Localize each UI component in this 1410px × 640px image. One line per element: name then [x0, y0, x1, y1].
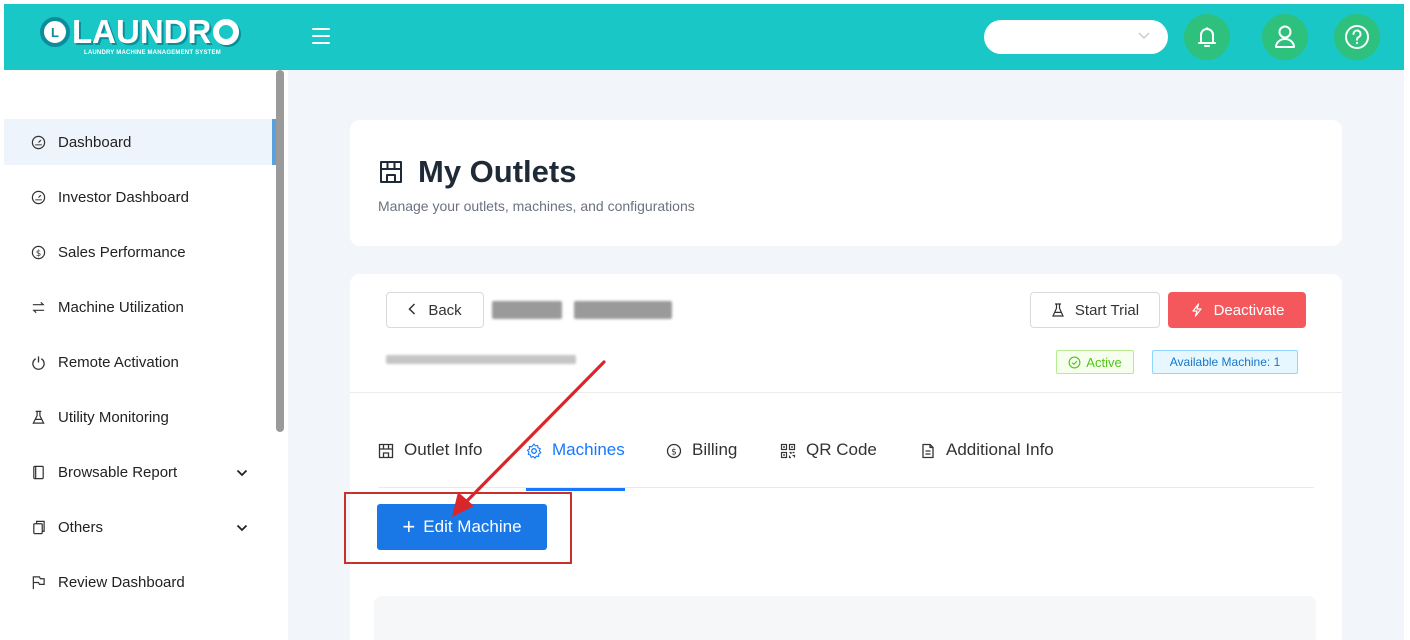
page-header-card: My Outlets Manage your outlets, machines… — [350, 120, 1342, 246]
logo-mark-icon: L — [40, 17, 70, 47]
start-trial-button[interactable]: Start Trial — [1030, 292, 1160, 328]
tab-label: Additional Info — [946, 440, 1054, 459]
tab-label: Machines — [552, 440, 625, 459]
outlet-code-redacted — [386, 352, 576, 366]
sidebar-item-label: Review Dashboard — [58, 573, 185, 591]
available-machine-badge: Available Machine: 1 — [1152, 350, 1298, 374]
start-trial-label: Start Trial — [1074, 301, 1140, 319]
shop-icon — [378, 443, 394, 459]
sidebar-item-machine-utilization[interactable]: Machine Utilization — [4, 284, 272, 330]
outlet-tabs: Outlet Info Machines $ Billing QR Code A… — [378, 436, 1314, 491]
sidebar-item-label: Utility Monitoring — [58, 408, 169, 426]
dashboard-gauge-icon — [28, 190, 48, 205]
sidebar-item-label: Machine Utilization — [58, 298, 184, 316]
tab-billing[interactable]: $ Billing — [666, 440, 737, 484]
sidebar-item-dashboard[interactable]: Dashboard — [4, 119, 276, 165]
annotation-highlight-box — [344, 492, 572, 564]
deactivate-label: Deactivate — [1213, 301, 1285, 319]
check-circle-icon — [1068, 356, 1081, 368]
back-button[interactable]: Back — [386, 292, 484, 328]
dollar-circle-icon: $ — [666, 443, 682, 459]
sidebar-item-remote-activation[interactable]: Remote Activation — [4, 339, 272, 385]
status-badge: Active — [1056, 350, 1134, 374]
sidebar: Dashboard Investor Dashboard $ Sales Per… — [4, 70, 276, 640]
logo-text: LAUNDR — [72, 15, 240, 48]
page-title-text: My Outlets — [418, 154, 577, 189]
flag-icon — [28, 575, 48, 590]
outlet-name-redacted — [492, 298, 678, 322]
chevron-left-icon — [408, 302, 416, 318]
user-icon[interactable] — [1262, 14, 1308, 60]
sidebar-item-review-dashboard[interactable]: Review Dashboard — [4, 559, 272, 605]
page-title: My Outlets — [378, 154, 576, 190]
deactivate-button[interactable]: Deactivate — [1168, 292, 1306, 328]
sidebar-item-label: Dashboard — [58, 133, 132, 151]
status-label: Active — [1086, 354, 1122, 370]
flask-icon — [28, 410, 48, 425]
page-subtitle: Manage your outlets, machines, and confi… — [378, 198, 695, 214]
sidebar-item-label: Browsable Report — [58, 463, 178, 481]
outlet-select[interactable] — [984, 20, 1168, 54]
swap-icon — [28, 300, 48, 315]
flask-icon — [1051, 303, 1064, 317]
sidebar-item-investor-dashboard[interactable]: Investor Dashboard — [4, 174, 272, 220]
file-icon — [922, 443, 934, 459]
gear-icon — [526, 443, 542, 459]
sidebar-item-label: Sales Performance — [58, 243, 186, 261]
top-bar: L LAUNDR LAUNDRY MACHINE MANAGEMENT SYST… — [4, 4, 1404, 70]
tab-label: Billing — [692, 440, 738, 459]
sidebar-item-utility-monitoring[interactable]: Utility Monitoring — [4, 394, 272, 440]
app-logo[interactable]: L LAUNDR LAUNDRY MACHINE MANAGEMENT SYST… — [40, 15, 270, 62]
svg-text:$: $ — [671, 448, 677, 458]
dollar-circle-icon: $ — [28, 245, 48, 260]
chevron-down-icon — [1138, 29, 1150, 43]
tab-label: Outlet Info — [404, 440, 483, 459]
tab-qr-code[interactable]: QR Code — [780, 440, 877, 484]
sidebar-item-label: Remote Activation — [58, 353, 179, 371]
sidebar-item-browsable-report[interactable]: Browsable Report — [4, 449, 272, 495]
power-icon — [28, 355, 48, 370]
lightning-icon — [1191, 303, 1202, 317]
outlet-detail-card: Back Start Trial Deactivate Active Avail… — [350, 274, 1342, 640]
sidebar-item-label: Others — [58, 518, 104, 536]
help-icon[interactable] — [1334, 14, 1380, 60]
tab-additional-info[interactable]: Additional Info — [920, 440, 1054, 484]
tab-label: QR Code — [806, 440, 877, 459]
bell-icon[interactable] — [1184, 14, 1230, 60]
qrcode-icon — [780, 443, 796, 459]
tab-machines[interactable]: Machines — [526, 440, 625, 491]
svg-text:$: $ — [35, 247, 40, 257]
chevron-down-icon[interactable] — [236, 519, 248, 536]
back-button-label: Back — [428, 301, 462, 319]
divider — [350, 392, 1342, 393]
sidebar-scrollbar[interactable] — [276, 70, 284, 432]
sidebar-item-sales-performance[interactable]: $ Sales Performance — [4, 229, 272, 275]
sidebar-item-others[interactable]: Others — [4, 504, 272, 550]
copy-icon — [28, 520, 48, 535]
sidebar-item-label: Investor Dashboard — [58, 188, 189, 206]
machine-list-panel — [374, 596, 1316, 640]
report-icon — [28, 465, 48, 480]
logo-subtitle: LAUNDRY MACHINE MANAGEMENT SYSTEM — [84, 50, 221, 56]
menu-icon[interactable] — [312, 28, 330, 44]
shop-icon — [380, 161, 402, 183]
dashboard-gauge-icon — [28, 135, 48, 150]
chevron-down-icon[interactable] — [236, 464, 248, 481]
tab-outlet-info[interactable]: Outlet Info — [378, 440, 482, 484]
